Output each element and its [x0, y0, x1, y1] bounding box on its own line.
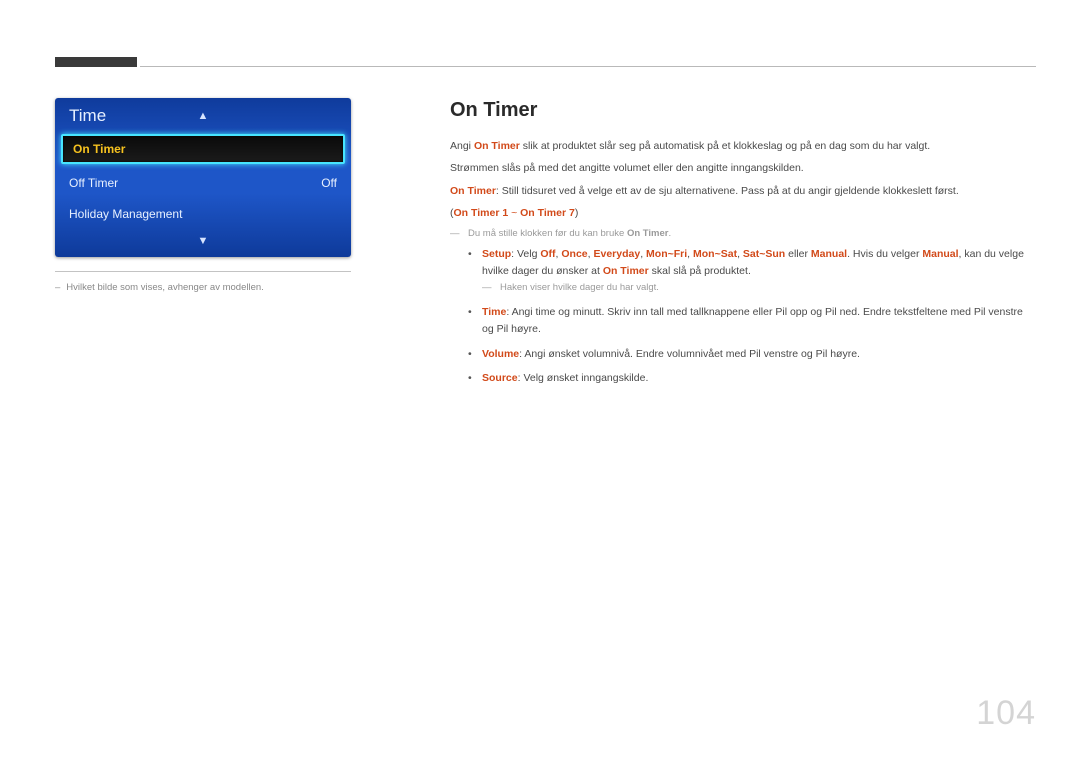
top-horizontal-rule — [140, 66, 1036, 67]
model-dependent-footnote: –Hvilket bilde som vises, avhenger av mo… — [55, 282, 351, 293]
osd-row-label: On Timer — [73, 142, 125, 156]
option-source: Source: Velg ønsket inngangskilde. — [468, 370, 1036, 387]
article-p1: Angi On Timer slik at produktet slår seg… — [450, 138, 1036, 154]
osd-time-panel: Time ▲ On Timer Off Timer Off Holiday Ma… — [55, 98, 351, 257]
chevron-up-icon[interactable]: ▲ — [198, 110, 209, 122]
osd-bottom-spacer: ▼ — [55, 229, 351, 257]
footnote-dash: – — [55, 282, 60, 293]
chevron-down-icon[interactable]: ▼ — [198, 235, 209, 247]
option-setup-subnote: Haken viser hvilke dager du har valgt. — [482, 281, 1036, 296]
article-heading: On Timer — [450, 99, 1036, 122]
osd-title-row: Time ▲ — [55, 98, 351, 134]
option-volume: Volume: Angi ønsket volumnivå. Endre vol… — [468, 346, 1036, 363]
article-p2: Strømmen slås på med det angitte volumet… — [450, 160, 1036, 176]
osd-row-off-timer[interactable]: Off Timer Off — [55, 167, 351, 198]
footnote-text: Hvilket bilde som vises, avhenger av mod… — [66, 282, 263, 293]
left-horizontal-rule — [55, 271, 351, 272]
article-p3: On Timer: Still tidsuret ved å velge ett… — [450, 183, 1036, 199]
article-note-clock: Du må stille klokken før du kan bruke On… — [450, 227, 1036, 242]
article-on-timer: On Timer Angi On Timer slik at produktet… — [450, 99, 1036, 395]
article-timer-range: (On Timer 1 ~ On Timer 7) — [450, 205, 1036, 221]
option-time: Time: Angi time og minutt. Skriv inn tal… — [468, 304, 1036, 338]
option-setup: Setup: Velg Off, Once, Everyday, Mon~Fri… — [468, 246, 1036, 296]
section-tab-marker — [55, 57, 137, 67]
osd-row-label: Holiday Management — [69, 207, 182, 221]
osd-row-on-timer[interactable]: On Timer — [61, 134, 345, 164]
osd-title: Time — [69, 106, 106, 126]
page-number: 104 — [976, 694, 1036, 733]
osd-row-label: Off Timer — [69, 176, 118, 190]
osd-row-value: Off — [321, 176, 337, 190]
article-option-list: Setup: Velg Off, Once, Everyday, Mon~Fri… — [450, 246, 1036, 388]
osd-row-holiday-management[interactable]: Holiday Management — [55, 198, 351, 229]
